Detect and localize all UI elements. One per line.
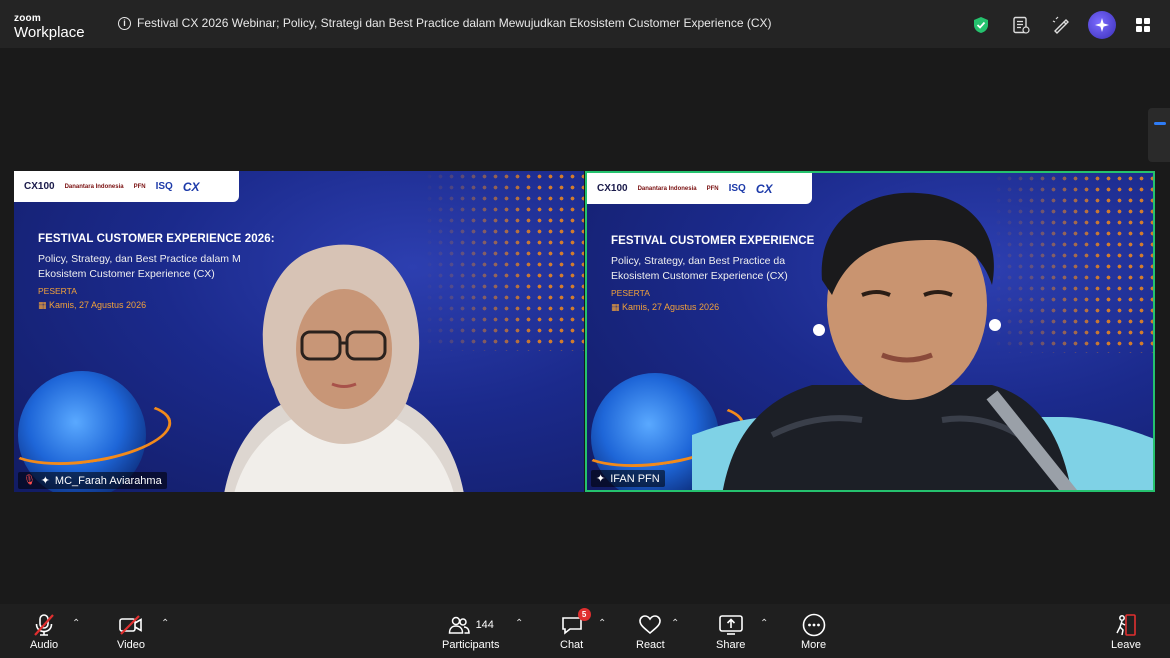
participants-icon: 144 bbox=[448, 612, 494, 638]
meeting-toolbar: Audio ⌃ Video ⌃ 144 Participants ⌃ 5 Cha… bbox=[0, 604, 1170, 658]
chat-options-chevron-icon[interactable]: ⌃ bbox=[598, 618, 606, 629]
share-button[interactable]: Share bbox=[716, 612, 745, 651]
logo-pfn: PFN bbox=[133, 183, 146, 190]
chat-button[interactable]: 5 Chat bbox=[560, 608, 591, 651]
notes-icon[interactable] bbox=[1008, 12, 1034, 38]
react-button[interactable]: React bbox=[636, 612, 665, 651]
titlebar-icons bbox=[968, 11, 1156, 39]
share-options-chevron-icon[interactable]: ⌃ bbox=[760, 618, 768, 629]
side-panel-handle[interactable] bbox=[1148, 108, 1170, 162]
participant-name: IFAN PFN bbox=[610, 472, 660, 485]
shield-check-icon[interactable] bbox=[968, 12, 994, 38]
leave-button[interactable]: Leave bbox=[1111, 612, 1141, 651]
apps-grid-icon[interactable] bbox=[1130, 12, 1156, 38]
leave-label: Leave bbox=[1111, 639, 1141, 651]
mic-muted-icon bbox=[33, 612, 55, 638]
zoom-workplace-logo: zoom Workplace bbox=[14, 13, 85, 41]
meeting-title[interactable]: i Festival CX 2026 Webinar; Policy, Stra… bbox=[118, 16, 772, 30]
slide-date-text: Kamis, 27 Agustus 2026 bbox=[49, 300, 147, 310]
info-icon[interactable]: i bbox=[118, 16, 131, 30]
participant-video-farah bbox=[224, 244, 464, 492]
chat-label: Chat bbox=[560, 639, 584, 651]
more-icon bbox=[802, 612, 826, 638]
participant-name-tag: 🎙︎ ✦ MC_Farah Aviarahma bbox=[18, 472, 167, 489]
participants-count: 144 bbox=[475, 619, 494, 631]
participant-name: MC_Farah Aviarahma bbox=[54, 474, 162, 487]
logo-danantara: Danantara Indonesia bbox=[64, 183, 124, 190]
audio-button[interactable]: Audio bbox=[30, 612, 58, 651]
audio-label: Audio bbox=[30, 639, 59, 651]
video-label: Video bbox=[117, 639, 145, 651]
more-label: More bbox=[801, 639, 827, 651]
pin-icon: ✦ bbox=[596, 473, 606, 485]
meeting-title-text: Festival CX 2026 Webinar; Policy, Strate… bbox=[137, 16, 772, 30]
react-label: React bbox=[636, 639, 665, 651]
react-options-chevron-icon[interactable]: ⌃ bbox=[671, 618, 679, 629]
share-label: Share bbox=[716, 639, 746, 651]
participant-name-tag: ✦ IFAN PFN bbox=[591, 470, 665, 487]
logo-cx100: CX100 bbox=[597, 183, 628, 194]
participants-button[interactable]: 144 Participants bbox=[442, 612, 499, 651]
title-bar: zoom Workplace i Festival CX 2026 Webina… bbox=[0, 0, 1170, 48]
pin-icon: ✦ bbox=[40, 475, 50, 487]
participant-video-ifan bbox=[692, 192, 1153, 490]
participants-options-chevron-icon[interactable]: ⌃ bbox=[515, 618, 523, 629]
video-tile-farah[interactable]: CX100 Danantara Indonesia PFN ISQ CX FES… bbox=[14, 171, 584, 492]
leave-icon bbox=[1114, 612, 1138, 638]
logo-cx100: CX100 bbox=[24, 181, 55, 192]
share-screen-icon bbox=[718, 612, 744, 638]
video-off-icon bbox=[118, 612, 144, 638]
video-options-chevron-icon[interactable]: ⌃ bbox=[161, 618, 169, 629]
logo-danantara: Danantara Indonesia bbox=[637, 185, 697, 192]
brand-workplace: Workplace bbox=[14, 24, 85, 41]
brand-zoom: zoom bbox=[14, 13, 41, 24]
chat-icon: 5 bbox=[561, 608, 591, 638]
chat-unread-badge: 5 bbox=[577, 608, 591, 621]
ai-companion-icon[interactable] bbox=[1088, 11, 1116, 39]
logo-isq: ISQ bbox=[155, 181, 173, 192]
more-button[interactable]: More bbox=[801, 612, 826, 651]
heart-icon bbox=[638, 612, 662, 638]
video-button[interactable]: Video bbox=[117, 612, 145, 651]
whiteboard-pen-icon[interactable] bbox=[1048, 12, 1074, 38]
video-tile-ifan[interactable]: CX100 Danantara Indonesia PFN ISQ CX FES… bbox=[585, 171, 1155, 492]
audio-options-chevron-icon[interactable]: ⌃ bbox=[72, 618, 80, 629]
mic-muted-icon: 🎙︎ bbox=[23, 475, 36, 486]
participants-label: Participants bbox=[442, 639, 500, 651]
sponsor-logos: CX100 Danantara Indonesia PFN ISQ CX bbox=[14, 171, 239, 202]
logo-cx: CX bbox=[182, 179, 200, 194]
